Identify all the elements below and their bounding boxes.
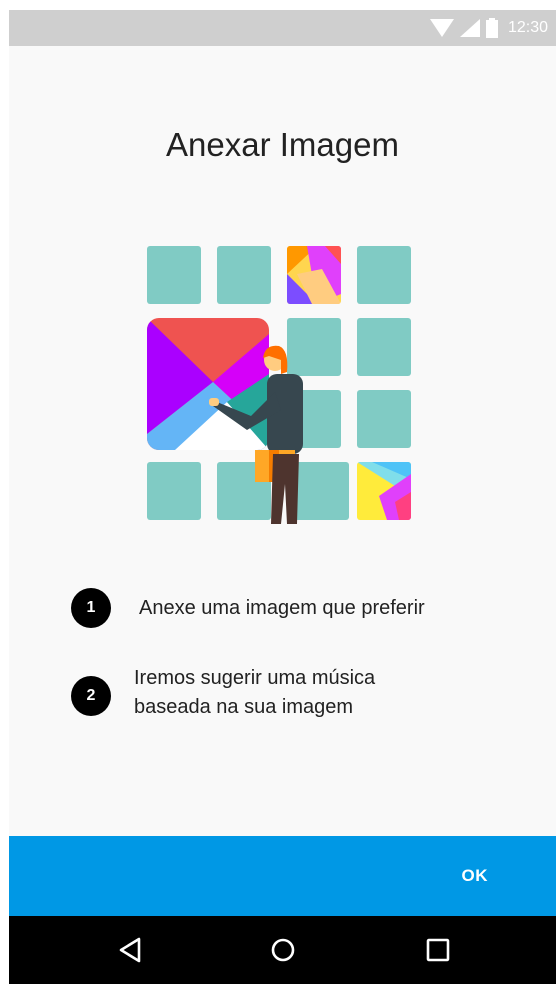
page-title: Anexar Imagem <box>166 126 399 163</box>
cell-signal-icon <box>459 19 480 37</box>
grid-tile <box>217 246 271 304</box>
step-number-badge: 1 <box>71 588 111 628</box>
step-item: 2 Iremos sugerir uma música baseada na s… <box>71 664 375 722</box>
step-text-line: Iremos sugerir uma música <box>134 667 376 689</box>
app-screen: 12:30 Anexar Imagem 1 Anexe uma imagem q… <box>9 10 556 984</box>
grid-tile <box>357 390 411 448</box>
ok-button[interactable]: OK <box>462 836 489 916</box>
home-icon[interactable] <box>269 936 297 964</box>
step-text: Iremos sugerir uma música baseada na sua… <box>134 664 375 722</box>
grid-tile <box>357 246 411 304</box>
gallery-illustration <box>147 246 411 524</box>
grid-tile-colorful <box>287 246 341 304</box>
action-bar: OK <box>9 836 556 916</box>
step-number-badge: 2 <box>71 676 111 716</box>
status-icons: 12:30 <box>429 10 548 46</box>
step-text: Anexe uma imagem que preferir <box>139 596 425 619</box>
back-icon[interactable] <box>117 936 145 964</box>
status-bar: 12:30 <box>9 10 556 46</box>
grid-tile <box>147 246 201 304</box>
battery-icon <box>485 18 498 38</box>
featured-image <box>147 318 269 450</box>
grid-tile-colorful <box>357 462 411 520</box>
grid-tile <box>147 462 201 520</box>
step-item: 1 Anexe uma imagem que preferir <box>71 588 425 628</box>
grid-tile <box>357 318 411 376</box>
wifi-icon <box>429 19 454 37</box>
status-time: 12:30 <box>507 19 548 36</box>
grid-tile <box>287 318 341 376</box>
step-text-line: baseada na sua imagem <box>134 696 354 718</box>
navigation-bar <box>9 916 556 984</box>
recents-icon[interactable] <box>424 936 452 964</box>
